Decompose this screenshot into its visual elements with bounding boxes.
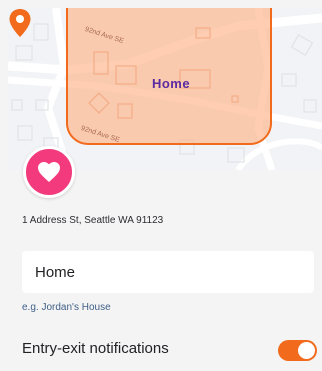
place-name-value: Home: [35, 263, 76, 281]
place-name-label: Home: [151, 76, 191, 91]
place-name-input[interactable]: Home: [22, 251, 314, 293]
location-pin-icon[interactable]: [8, 8, 32, 38]
favorite-button[interactable]: [23, 146, 75, 198]
toggle-knob: [298, 342, 315, 359]
address-text: 1 Address St, Seattle WA 91123: [22, 215, 164, 226]
map-view[interactable]: 92nd Ave SE 92nd Ave SE Home: [8, 8, 322, 170]
place-detail-screen: 92nd Ave SE 92nd Ave SE Home 1 Address S…: [0, 0, 322, 371]
heart-icon: [38, 162, 60, 182]
entry-exit-notifications-label: Entry-exit notifications: [22, 340, 169, 357]
place-name-hint: e.g. Jordan's House: [22, 302, 111, 313]
entry-exit-notifications-toggle[interactable]: [278, 340, 317, 361]
